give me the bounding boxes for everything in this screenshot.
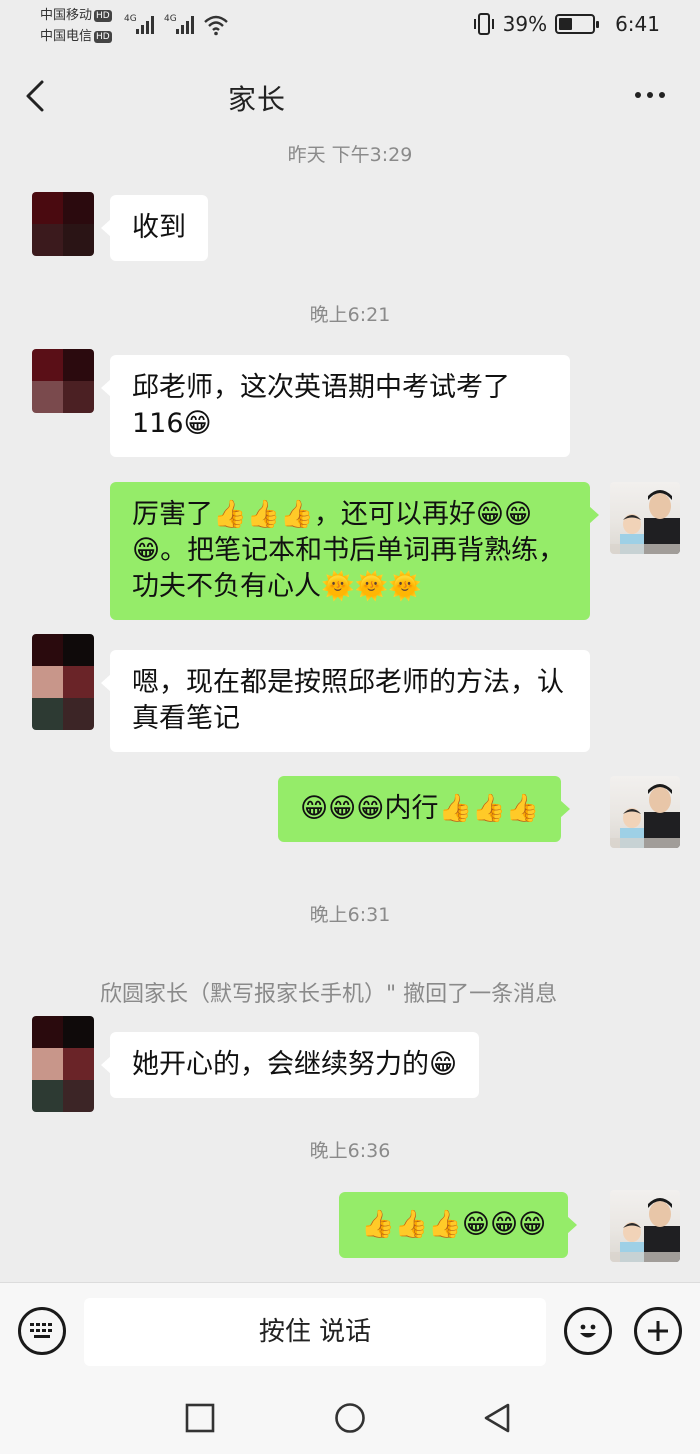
contact-avatar[interactable] [32, 192, 94, 256]
back-arrow-icon[interactable] [18, 76, 54, 116]
contact-avatar[interactable] [32, 349, 94, 413]
timestamp: 昨天 下午3:29 [287, 144, 413, 166]
battery-percent: 39% [502, 12, 548, 36]
chat-header: 家长 [0, 56, 700, 136]
battery-fill [559, 18, 572, 30]
hold-to-talk-button[interactable]: 按住 说话 [84, 1298, 546, 1366]
message-bubble-outgoing[interactable]: 厉害了👍👍👍，还可以再好😁😁😁。把笔记本和书后单词再背熟练，功夫不负有心人🌞🌞🌞 [110, 482, 599, 620]
input-bar: 按住 说话 [0, 1282, 700, 1382]
message-bubble-outgoing[interactable]: 😁😁😁内行👍👍👍 [278, 776, 571, 842]
my-avatar[interactable] [610, 482, 680, 554]
my-avatar[interactable] [610, 776, 680, 848]
message-bubble-incoming[interactable]: 收到 [101, 195, 208, 261]
battery-icon [555, 14, 600, 34]
my-avatar[interactable] [610, 1190, 680, 1262]
timestamp: 晚上6:36 [309, 1140, 391, 1162]
timestamp: 晚上6:21 [309, 304, 391, 326]
person-photo-icon [610, 1198, 680, 1262]
plus-icon[interactable] [634, 1307, 682, 1355]
message-bubble-incoming[interactable]: 嗯，现在都是按照邱老师的方法，认真看笔记 [101, 650, 590, 752]
person-photo-icon [610, 490, 680, 554]
keyboard-icon[interactable] [18, 1307, 66, 1355]
contact-avatar[interactable] [32, 634, 94, 730]
status-bar: 中国移动 HD 中国电信 HD 4G 4G 39% 6:41 [0, 0, 700, 56]
recall-notice: 欣圆家长（默写报家长手机）" 撤回了一条消息 [100, 982, 558, 1007]
carrier-2: 中国电信 HD [40, 29, 112, 44]
carrier-1: 中国移动 HD [40, 8, 112, 23]
more-dots-icon[interactable] [630, 80, 670, 110]
contact-avatar[interactable] [32, 1016, 94, 1112]
status-right: 39% 6:41 [473, 12, 660, 36]
message-bubble-incoming[interactable]: 她开心的，会继续努力的😁 [100, 1032, 480, 1098]
message-bubble-incoming[interactable]: 邱老师，这次英语期中考试考了116😁 [101, 355, 570, 457]
person-photo-icon [610, 784, 680, 848]
system-nav-bar [0, 1382, 700, 1454]
message-bubble-outgoing[interactable]: 👍👍👍😁😁😁 [339, 1192, 578, 1258]
chat-history[interactable]: 昨天 下午3:29 收到 晚上6:21 邱老师，这次英语期中考试考了116😁 厉… [0, 136, 700, 1282]
vibrate-icon [473, 13, 494, 35]
circle-icon[interactable] [334, 1402, 366, 1434]
emoji-icon[interactable] [564, 1307, 612, 1355]
clock: 6:41 [615, 12, 660, 36]
chat-title: 家长 [228, 83, 287, 116]
square-icon[interactable] [184, 1402, 216, 1434]
triangle-icon[interactable] [482, 1402, 514, 1434]
wifi-icon [204, 15, 228, 36]
timestamp: 晚上6:31 [309, 904, 391, 926]
